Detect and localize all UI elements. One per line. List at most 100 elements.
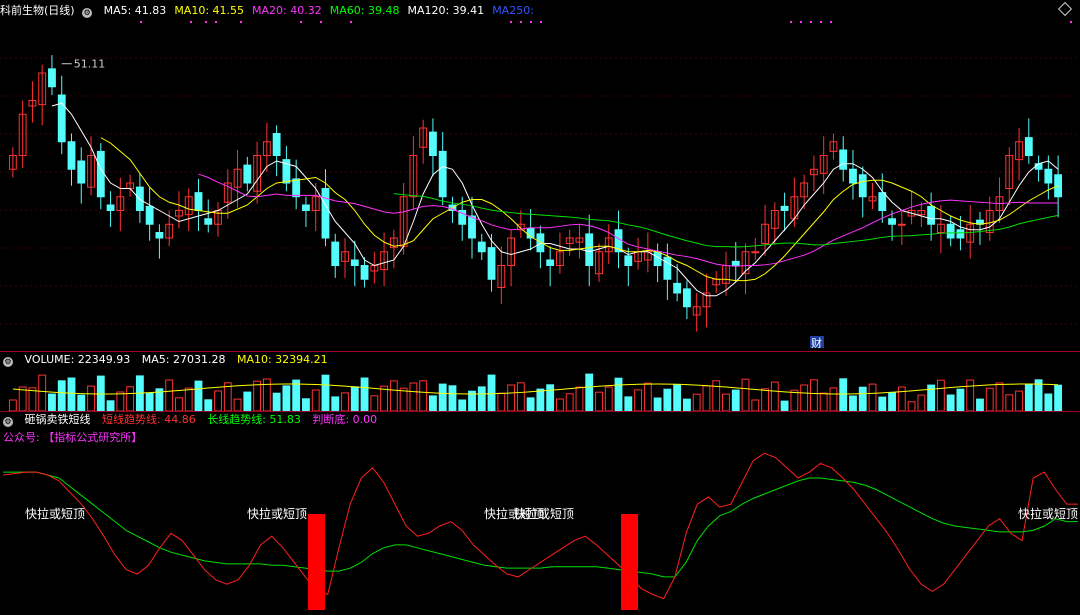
candle-body-55: [546, 259, 555, 266]
volume-bar-29: [292, 379, 301, 412]
ma-label-5: MA250:: [492, 4, 534, 17]
candle-body-76: [751, 251, 760, 254]
volume-bar-24: [243, 391, 252, 412]
candle-body-48: [477, 241, 486, 253]
volume-bar-10: [106, 400, 115, 412]
event-dot-17: [1070, 21, 1072, 23]
event-dot-11: [540, 21, 542, 23]
volume-bar-54: [536, 388, 545, 412]
volume-bar-1: [18, 386, 27, 412]
candle-body-69: [682, 288, 691, 308]
settings-circle-icon[interactable]: ⚙: [82, 8, 93, 18]
volume-settings-icon[interactable]: ⚙: [3, 357, 13, 367]
candle-body-67: [663, 256, 672, 280]
event-dot-2: [205, 21, 207, 23]
volume-bar-76: [751, 399, 760, 412]
high-price-label: 51.11: [74, 58, 106, 71]
volume-bar-81: [800, 384, 809, 412]
volume-bar-4: [48, 393, 56, 412]
indicator-settings-icon[interactable]: ⚙: [3, 417, 13, 427]
volume-bar-82: [809, 379, 818, 412]
volume-bar-75: [741, 378, 750, 412]
volume-bar-79: [780, 400, 789, 412]
candle-body-54: [536, 233, 545, 253]
candle-body-44: [438, 150, 447, 198]
volume-bar-86: [849, 395, 857, 412]
panel-separator-2: [0, 411, 1080, 412]
volume-bar-17: [175, 397, 183, 412]
signal-text-3: 快拉或短顶: [514, 506, 574, 521]
volume-bar-39: [389, 380, 398, 412]
candle-body-79: [780, 205, 789, 211]
volume-bar-85: [839, 378, 848, 412]
signal-text-1: 快拉或短顶: [247, 506, 307, 521]
volume-bar-103: [1015, 390, 1023, 412]
candle-body-33: [331, 241, 340, 266]
volume-ma10-line: [12, 383, 1059, 395]
candle-body-105: [1034, 163, 1043, 170]
diamond-icon[interactable]: [1057, 1, 1073, 17]
volume-bar-51: [507, 384, 515, 412]
volume-bar-68: [673, 384, 682, 412]
long-trend-label: 长线趋势线: 51.83: [207, 413, 301, 426]
volume-bar-57: [565, 393, 574, 412]
indicator-header: ⚙ 砸锅卖铁短线 短线趋势线: 44.86 长线趋势线: 51.83 判断底: …: [0, 413, 385, 427]
volume-bar-88: [868, 383, 877, 412]
stock-title: 科前生物(日线): [0, 4, 75, 17]
candle-body-59: [585, 233, 594, 266]
volume-bar-102: [1005, 394, 1014, 412]
volume-bar-59: [585, 373, 594, 412]
event-dot-14: [810, 21, 812, 23]
indicator-chart[interactable]: 快拉或短顶 快拉或短顶 快拉或短顶快拉或短顶 快拉或短顶: [0, 428, 1080, 613]
event-dot-15: [820, 21, 822, 23]
volume-bar-12: [126, 386, 135, 412]
volume-bar-40: [399, 387, 408, 412]
candle-body-27: [272, 133, 281, 156]
candle-body-85: [839, 149, 848, 170]
volume-bar-18: [184, 387, 193, 412]
volume-bar-92: [907, 401, 916, 412]
volume-bar-34: [341, 392, 349, 412]
volume-chart[interactable]: [0, 367, 1080, 412]
bottom-signal-1: [308, 514, 325, 610]
event-dot-16: [830, 21, 832, 23]
event-dot-13: [800, 21, 802, 23]
candle-body-68: [673, 282, 682, 294]
volume-bar-90: [888, 392, 896, 412]
volume-bar-52: [516, 382, 525, 412]
event-dot-12: [790, 21, 792, 23]
volume-label: VOLUME: 22349.93: [24, 353, 131, 366]
volume-bar-63: [624, 396, 633, 412]
ma10-line: [100, 137, 1059, 282]
signal-text-0: 快拉或短顶: [25, 506, 85, 521]
volume-bar-14: [145, 392, 154, 412]
candle-body-87: [858, 174, 867, 198]
volume-bar-98: [966, 379, 975, 412]
ma-label-1: MA10: 41.55: [174, 4, 245, 17]
event-dot-9: [520, 21, 522, 23]
event-dot-4: [240, 21, 242, 23]
volume-bar-6: [67, 377, 76, 412]
volume-bar-97: [956, 388, 965, 412]
volume-bar-36: [360, 377, 369, 412]
ma-label-3: MA60: 39.48: [329, 4, 400, 17]
candle-body-14: [145, 205, 154, 225]
volume-bar-46: [458, 399, 467, 412]
candle-body-96: [946, 223, 955, 239]
volume-bar-19: [194, 380, 203, 412]
volume-bar-61: [604, 386, 613, 412]
volume-bar-7: [77, 394, 86, 412]
ma-label-0: MA5: 41.83: [103, 4, 167, 17]
price-chart[interactable]: 51.1132.50财: [0, 18, 1080, 348]
volume-bar-20: [204, 399, 213, 412]
candle-body-30: [302, 204, 310, 211]
volume-bar-21: [214, 390, 222, 412]
volume-bar-80: [790, 389, 799, 412]
candle-body-106: [1044, 168, 1053, 184]
volume-ma5-label: MA5: 27031.28: [141, 353, 226, 366]
volume-bar-74: [731, 389, 740, 412]
volume-bar-45: [448, 385, 457, 412]
cai-badge[interactable]: 财: [811, 336, 822, 348]
volume-bar-31: [311, 389, 320, 412]
volume-bar-28: [282, 385, 291, 412]
